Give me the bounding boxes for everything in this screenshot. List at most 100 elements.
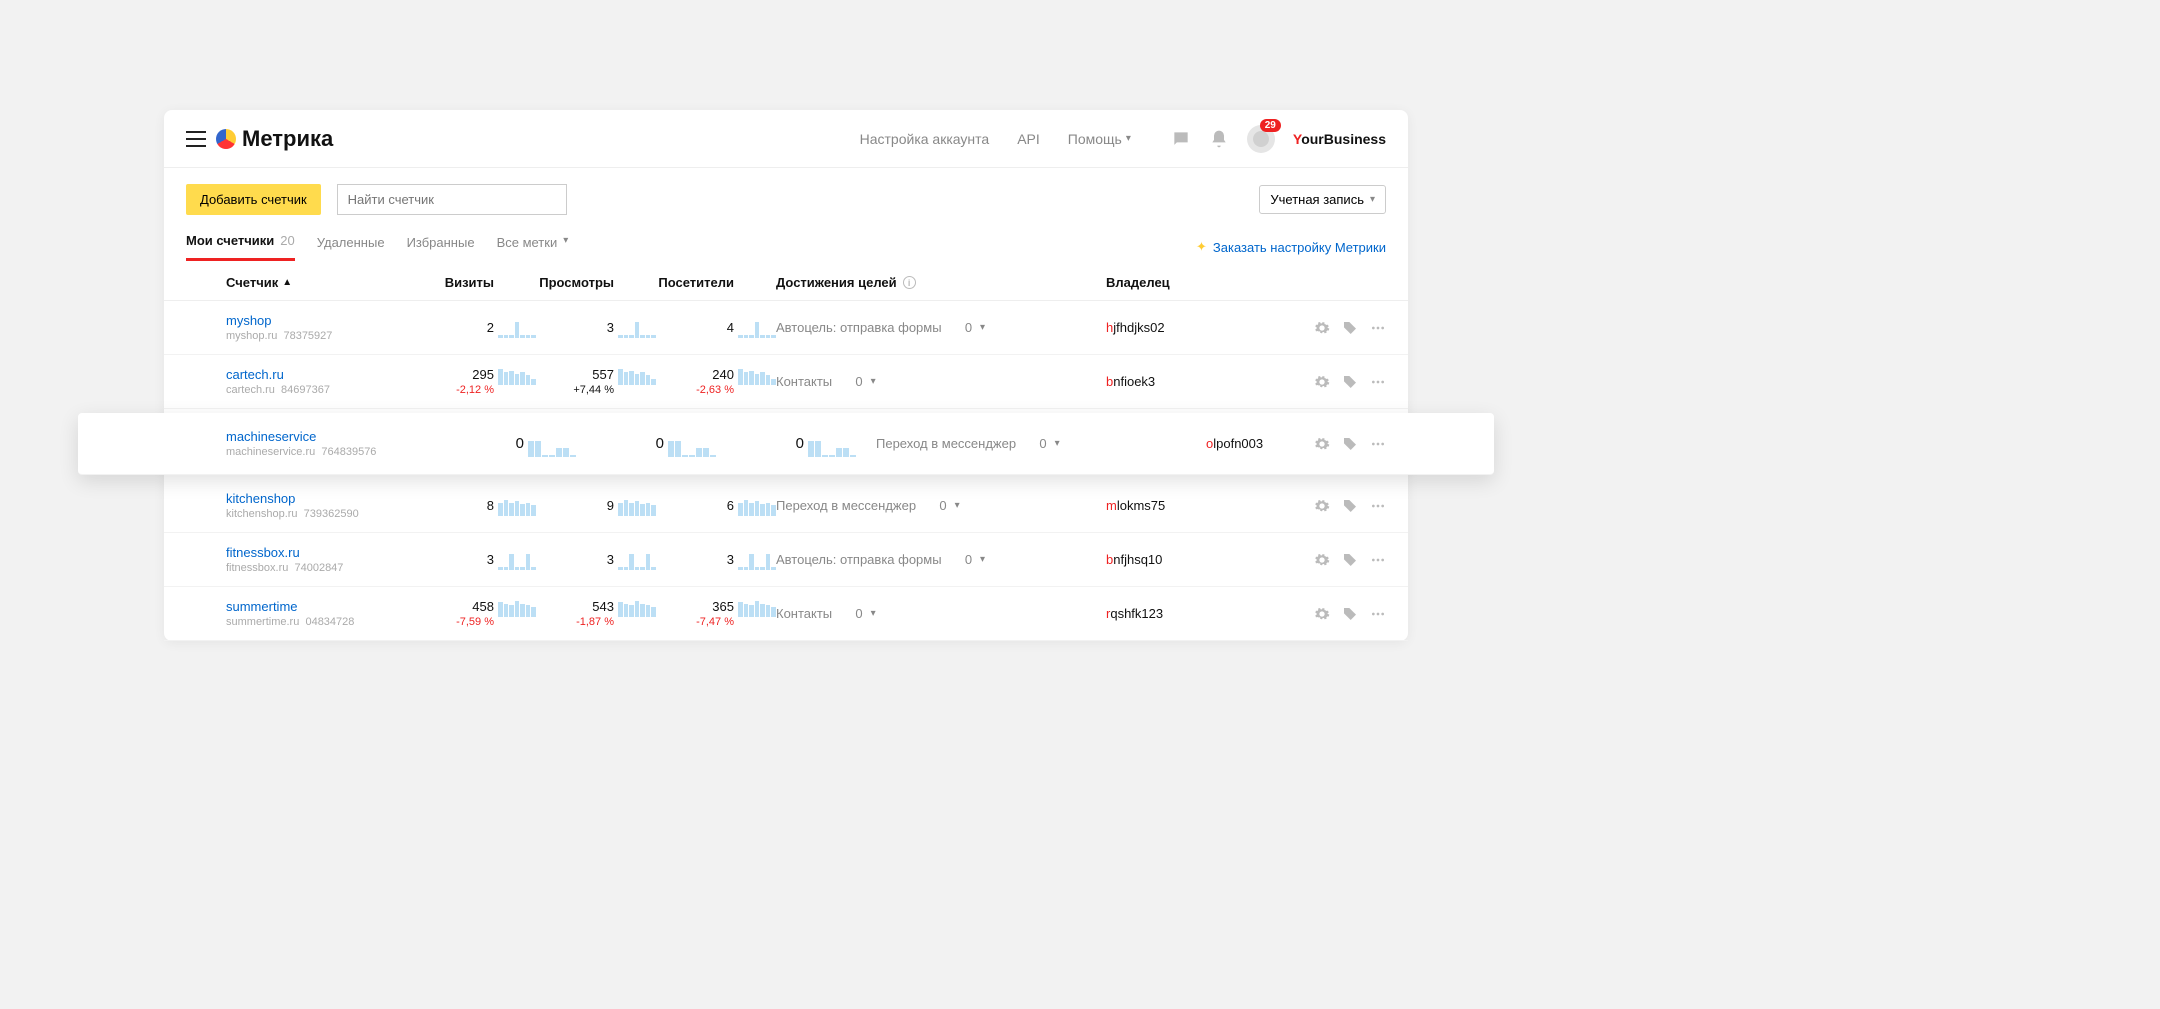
nav-api[interactable]: API	[1017, 131, 1040, 147]
more-icon[interactable]	[1370, 374, 1386, 390]
row-actions	[1276, 498, 1386, 514]
counter-name[interactable]: machineservice	[226, 429, 456, 444]
avatar-wrap[interactable]: 29	[1247, 125, 1275, 153]
counter-name[interactable]: fitnessbox.ru	[226, 545, 416, 560]
goal-cell[interactable]: Автоцель: отправка формы 0▾	[776, 552, 1106, 567]
more-icon[interactable]	[1370, 606, 1386, 622]
table-row[interactable]: machineservicemachineservice.ru 76483957…	[78, 413, 1494, 475]
metric-cell: 8	[416, 498, 536, 513]
chevron-down-icon: ▾	[1126, 133, 1131, 144]
goal-label: Автоцель: отправка формы	[776, 320, 942, 335]
tag-icon[interactable]	[1342, 374, 1358, 390]
sparkline	[738, 601, 776, 617]
sparkline	[808, 437, 856, 457]
col-goals[interactable]: Достижения целейi	[776, 275, 1106, 290]
col-views[interactable]: Просмотры	[536, 275, 656, 290]
col-counter[interactable]: Счетчик▲	[226, 275, 416, 290]
col-visitors[interactable]: Посетители	[656, 275, 776, 290]
menu-icon[interactable]	[186, 131, 206, 147]
counter-cell: fitnessbox.rufitnessbox.ru 74002847	[226, 545, 416, 574]
table-row[interactable]: summertime summertime.ru 04834728458-7,59…	[164, 587, 1408, 641]
tag-icon[interactable]	[1342, 552, 1358, 568]
gear-icon[interactable]	[1314, 320, 1330, 336]
nav-account-settings[interactable]: Настройка аккаунта	[860, 131, 990, 147]
chevron-down-icon: ▾	[1055, 438, 1060, 449]
gear-icon[interactable]	[1314, 374, 1330, 390]
goal-cell[interactable]: Переход в мессенджер 0▾	[776, 498, 1106, 513]
bell-icon[interactable]	[1209, 129, 1229, 149]
metric-value: 0	[736, 435, 804, 452]
counter-name[interactable]: myshop	[226, 313, 416, 328]
counter-sub: summertime.ru 04834728	[226, 616, 416, 628]
metric-cell: 4	[656, 320, 776, 335]
goal-label: Контакты	[776, 374, 832, 389]
more-icon[interactable]	[1370, 552, 1386, 568]
more-icon[interactable]	[1370, 436, 1386, 452]
col-visits[interactable]: Визиты	[416, 275, 536, 290]
counter-name[interactable]: kitchenshop	[226, 491, 416, 506]
metric-value: 4	[656, 320, 734, 335]
tag-icon[interactable]	[1342, 320, 1358, 336]
sparkline	[618, 322, 656, 338]
goal-label: Автоцель: отправка формы	[776, 552, 942, 567]
header: Метрика Настройка аккаунта API Помощь▾ 2…	[164, 110, 1408, 168]
metric-cell: 557+7,44 %	[536, 367, 656, 396]
owner-cell: rqshfk123	[1106, 606, 1276, 621]
search-input[interactable]	[337, 184, 567, 215]
metric-value: 0	[456, 435, 524, 452]
sparkline	[618, 369, 656, 385]
gear-icon[interactable]	[1314, 436, 1330, 452]
counter-cell: cartech.rucartech.ru 84697367	[226, 367, 416, 396]
table-row[interactable]: cartech.rucartech.ru 84697367295-2,12 %5…	[164, 355, 1408, 409]
info-icon: i	[903, 276, 916, 289]
counter-cell: machineservicemachineservice.ru 76483957…	[226, 429, 456, 458]
tab-all-labels[interactable]: Все метки▾	[497, 235, 569, 260]
order-setup-link[interactable]: ✦Заказать настройку Метрики	[1196, 239, 1386, 255]
tab-my-counters[interactable]: Мои счетчики20	[186, 233, 295, 261]
tag-icon[interactable]	[1342, 606, 1358, 622]
chat-icon[interactable]	[1171, 129, 1191, 149]
row-actions	[1276, 374, 1386, 390]
tag-icon[interactable]	[1342, 498, 1358, 514]
add-counter-button[interactable]: Добавить счетчик	[186, 184, 321, 215]
table-row[interactable]: myshopmyshop.ru 78375927234Автоцель: отп…	[164, 301, 1408, 355]
counter-name[interactable]: summertime	[226, 599, 416, 614]
tag-icon[interactable]	[1342, 436, 1358, 452]
gear-icon[interactable]	[1314, 498, 1330, 514]
sparkline	[498, 554, 536, 570]
metric-cell: 2	[416, 320, 536, 335]
gear-icon[interactable]	[1314, 552, 1330, 568]
counter-sub: myshop.ru 78375927	[226, 330, 416, 342]
goal-cell[interactable]: Переход в мессенджер 0▾	[876, 436, 1206, 451]
metric-delta: -2,63 %	[656, 384, 734, 396]
goal-cell[interactable]: Контакты 0▾	[776, 606, 1106, 621]
sparkline	[738, 322, 776, 338]
goal-value: 0	[855, 374, 862, 389]
more-icon[interactable]	[1370, 320, 1386, 336]
gear-icon[interactable]	[1314, 606, 1330, 622]
goal-cell[interactable]: Контакты 0▾	[776, 374, 1106, 389]
account-dropdown[interactable]: Учетная запись▾	[1259, 185, 1386, 214]
user-name[interactable]: YourBusiness	[1293, 131, 1386, 147]
counter-name[interactable]: cartech.ru	[226, 367, 416, 382]
table-row[interactable]: fitnessbox.rufitnessbox.ru 74002847333Ав…	[164, 533, 1408, 587]
table-row[interactable]: kitchenshopkitchenshop.ru 739362590896Пе…	[164, 479, 1408, 533]
more-icon[interactable]	[1370, 498, 1386, 514]
goal-cell[interactable]: Автоцель: отправка формы 0▾	[776, 320, 1106, 335]
nav-help[interactable]: Помощь▾	[1068, 131, 1131, 147]
metric-cell: 3	[536, 552, 656, 567]
metric-cell: 458-7,59 %	[416, 599, 536, 628]
tab-favorites[interactable]: Избранные	[407, 235, 475, 260]
goal-label: Контакты	[776, 606, 832, 621]
goal-label: Переход в мессенджер	[776, 498, 916, 513]
col-owner[interactable]: Владелец	[1106, 275, 1276, 290]
metric-cell: 6	[656, 498, 776, 513]
order-setup-label: Заказать настройку Метрики	[1213, 240, 1386, 255]
tab-deleted[interactable]: Удаленные	[317, 235, 385, 260]
user-name-text: ourBusiness	[1301, 131, 1386, 147]
metric-delta: +7,44 %	[536, 384, 614, 396]
goal-value: 0	[855, 606, 862, 621]
row-actions	[1276, 436, 1386, 452]
sparkline	[738, 369, 776, 385]
metric-delta: -7,47 %	[656, 616, 734, 628]
